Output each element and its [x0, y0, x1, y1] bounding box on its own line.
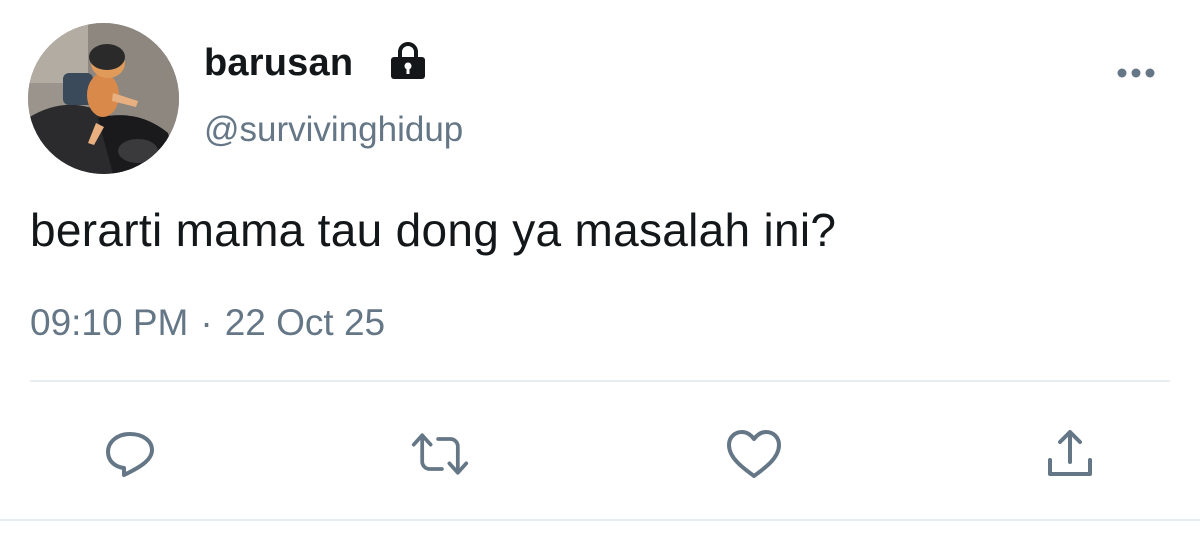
lock-icon [391, 42, 425, 79]
more-options-icon[interactable] [1112, 58, 1160, 88]
display-name[interactable]: barusan [204, 42, 353, 85]
reply-icon [106, 432, 154, 477]
tweet-date: 22 Oct 25 [224, 302, 386, 343]
avatar[interactable] [28, 23, 179, 174]
avatar-image [28, 23, 179, 174]
retweet-button[interactable] [410, 424, 470, 484]
share-button[interactable] [1040, 424, 1100, 484]
retweet-icon [411, 433, 469, 475]
tweet-time: 09:10 PM [30, 302, 189, 343]
user-handle[interactable]: @survivinghidup [204, 110, 463, 150]
divider [30, 380, 1170, 382]
tweet-text: berarti mama tau dong ya masalah ini? [30, 204, 837, 256]
timestamp-separator: · [200, 302, 213, 343]
like-button[interactable] [724, 424, 784, 484]
tweet-card: barusan @survivinghidup berarti mama tau… [0, 0, 1200, 539]
heart-icon [727, 430, 781, 478]
tweet-timestamp[interactable]: 09:10 PM · 22 Oct 25 [30, 302, 385, 344]
reply-button[interactable] [100, 424, 160, 484]
share-icon [1048, 430, 1092, 476]
bottom-divider [0, 519, 1200, 521]
